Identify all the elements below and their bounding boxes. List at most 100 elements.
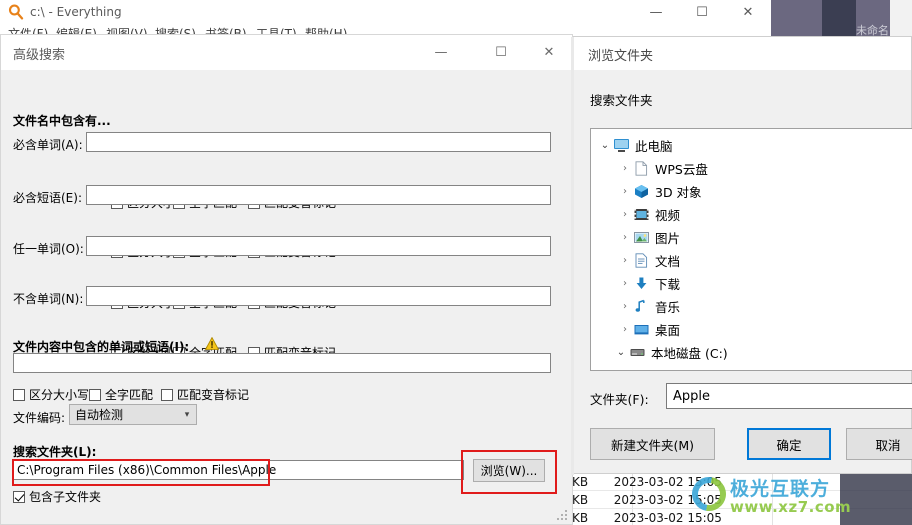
- maximize-icon[interactable]: ☐: [679, 0, 725, 25]
- document-icon: [633, 253, 650, 268]
- tree-item-music[interactable]: › 音乐: [617, 296, 680, 317]
- chevron-right-icon[interactable]: ›: [617, 186, 633, 197]
- cell-size: KB: [572, 493, 589, 507]
- tree-item-local-disk-c[interactable]: ⌄ 本地磁盘 (C:): [613, 342, 728, 363]
- advanced-search-dialog: 高级搜索 — ☐ ✕ 文件名中包含有... 必含单词(A): 区分大小写 全字匹…: [0, 34, 573, 525]
- close-icon[interactable]: ✕: [527, 35, 571, 70]
- advanced-search-titlebar: 高级搜索 — ☐ ✕: [1, 35, 572, 70]
- checkbox-box[interactable]: [89, 388, 101, 401]
- chevron-right-icon[interactable]: ›: [617, 324, 633, 335]
- annotation-box-browse: [461, 450, 557, 494]
- input-folder-name[interactable]: [667, 384, 912, 408]
- tree-item-documents[interactable]: › 文档: [617, 250, 680, 271]
- filename-group-title: 文件名中包含有...: [13, 114, 111, 128]
- checkbox-box[interactable]: [13, 388, 25, 401]
- input-must-contain-words-wrap[interactable]: [86, 132, 551, 152]
- cell-size: KB: [572, 475, 589, 489]
- input-must-contain-phrase[interactable]: [87, 186, 550, 204]
- input-folder-wrap[interactable]: [666, 383, 912, 409]
- picture-icon: [633, 230, 650, 245]
- select-file-encoding-value: 自动检测: [75, 408, 124, 422]
- tree-item-label: 桌面: [655, 323, 681, 338]
- tree-item-label: 文档: [655, 254, 681, 269]
- tree-item-desktop[interactable]: › 桌面: [617, 319, 680, 340]
- chevron-right-icon[interactable]: ›: [617, 278, 633, 289]
- input-file-content[interactable]: [14, 354, 550, 372]
- cancel-button[interactable]: 取消: [846, 428, 912, 460]
- label-must-contain-phrase: 必含短语(E):: [13, 191, 82, 205]
- film-icon: [633, 207, 650, 222]
- annotation-box-path: [12, 459, 270, 486]
- label-folder: 文件夹(F):: [590, 392, 649, 407]
- checkbox-box[interactable]: [161, 388, 173, 401]
- label-exclude-words: 不含单词(N):: [13, 292, 84, 306]
- tree-item-this-pc[interactable]: ⌄ 此电脑: [597, 135, 673, 156]
- chevron-right-icon[interactable]: ›: [617, 209, 633, 220]
- tree-item-downloads[interactable]: › 下载: [617, 273, 680, 294]
- checkbox-label: 区分大小写: [29, 388, 90, 402]
- document-icon: [633, 161, 650, 176]
- browse-folder-titlebar: 浏览文件夹: [574, 37, 911, 70]
- warning-triangle-icon: [204, 336, 220, 350]
- everything-titlebar: c:\ - Everything — ☐ ✕: [0, 0, 771, 25]
- checkbox-diacritics-content[interactable]: 匹配变音标记: [161, 386, 249, 403]
- checkbox-whole-words-content[interactable]: 全字匹配: [89, 386, 153, 403]
- cube-icon: [633, 184, 650, 199]
- resize-grip[interactable]: [557, 510, 569, 522]
- browse-folder-body: 搜索文件夹 ⌄ 此电脑 › WPS云盘 › 3D 对象 › 视频 › 图片 › …: [574, 70, 912, 473]
- input-must-contain-words[interactable]: [87, 133, 550, 151]
- download-arrow-icon: [633, 276, 650, 291]
- screen: 未命名 c:\ - Everything — ☐ ✕ 文件(F) 编辑(E) 视…: [0, 0, 912, 525]
- chevron-right-icon[interactable]: ›: [617, 255, 633, 266]
- maximize-icon[interactable]: ☐: [479, 35, 523, 70]
- tree-item-videos[interactable]: › 视频: [617, 204, 680, 225]
- label-file-encoding: 文件编码:: [13, 411, 66, 425]
- checkbox-include-subfolders[interactable]: 包含子文件夹: [13, 488, 101, 505]
- select-file-encoding[interactable]: 自动检测 ▾: [69, 404, 197, 425]
- watermark-brand: 极光互联方: [730, 478, 831, 500]
- everything-title: c:\ - Everything: [30, 5, 122, 19]
- chevron-down-icon[interactable]: ▾: [178, 410, 196, 420]
- label-must-contain-words: 必含单词(A):: [13, 138, 83, 152]
- chevron-right-icon[interactable]: ›: [635, 370, 651, 371]
- music-note-icon: [633, 299, 650, 314]
- browse-folder-title: 浏览文件夹: [588, 49, 654, 64]
- input-any-word[interactable]: [87, 237, 550, 255]
- checkbox-label: 全字匹配: [105, 388, 154, 402]
- watermark: 极光互联方 www.xz7.com: [690, 472, 912, 525]
- monitor-icon: [613, 138, 630, 153]
- harddisk-icon: [629, 345, 646, 360]
- desktop-strip-b: [822, 0, 856, 36]
- tree-item-wps-cloud[interactable]: › WPS云盘: [617, 158, 708, 179]
- chevron-right-icon[interactable]: ›: [617, 301, 633, 312]
- desktop-icon: [633, 322, 650, 337]
- checkbox-case-sensitive-content[interactable]: 区分大小写: [13, 386, 89, 403]
- input-must-contain-phrase-wrap[interactable]: [86, 185, 551, 205]
- close-icon[interactable]: ✕: [725, 0, 771, 25]
- minimize-icon[interactable]: —: [633, 0, 679, 25]
- search-folder-group-title: 搜索文件夹(L):: [13, 445, 97, 459]
- watermark-ring-icon: [690, 472, 733, 518]
- input-file-content-wrap[interactable]: [13, 353, 551, 373]
- tree-item-label: 图片: [655, 231, 681, 246]
- tree-item-3d-objects[interactable]: › 3D 对象: [617, 181, 702, 202]
- tree-item-label: 视频: [655, 208, 681, 223]
- tree-item-label: 本地磁盘 (C:): [651, 346, 728, 361]
- input-exclude-words[interactable]: [87, 287, 550, 305]
- input-any-word-wrap[interactable]: [86, 236, 551, 256]
- tree-item-pictures[interactable]: › 图片: [617, 227, 680, 248]
- chevron-right-icon[interactable]: ›: [617, 163, 633, 174]
- minimize-icon[interactable]: —: [419, 35, 463, 70]
- tree-item-label: WPS云盘: [655, 162, 708, 177]
- checkbox-label: 包含子文件夹: [29, 490, 102, 504]
- watermark-url: www.xz7.com: [730, 498, 852, 516]
- folder-tree[interactable]: ⌄ 此电脑 › WPS云盘 › 3D 对象 › 视频 › 图片 › 文档 › 下…: [590, 128, 912, 371]
- chevron-down-icon[interactable]: ⌄: [597, 140, 613, 151]
- ok-button[interactable]: 确定: [747, 428, 831, 460]
- chevron-down-icon[interactable]: ⌄: [613, 347, 629, 358]
- input-exclude-words-wrap[interactable]: [86, 286, 551, 306]
- chevron-right-icon[interactable]: ›: [617, 232, 633, 243]
- checkbox-box[interactable]: [13, 490, 25, 503]
- new-folder-button[interactable]: 新建文件夹(M): [590, 428, 715, 460]
- tree-item-child-folder[interactable]: ›: [635, 365, 673, 371]
